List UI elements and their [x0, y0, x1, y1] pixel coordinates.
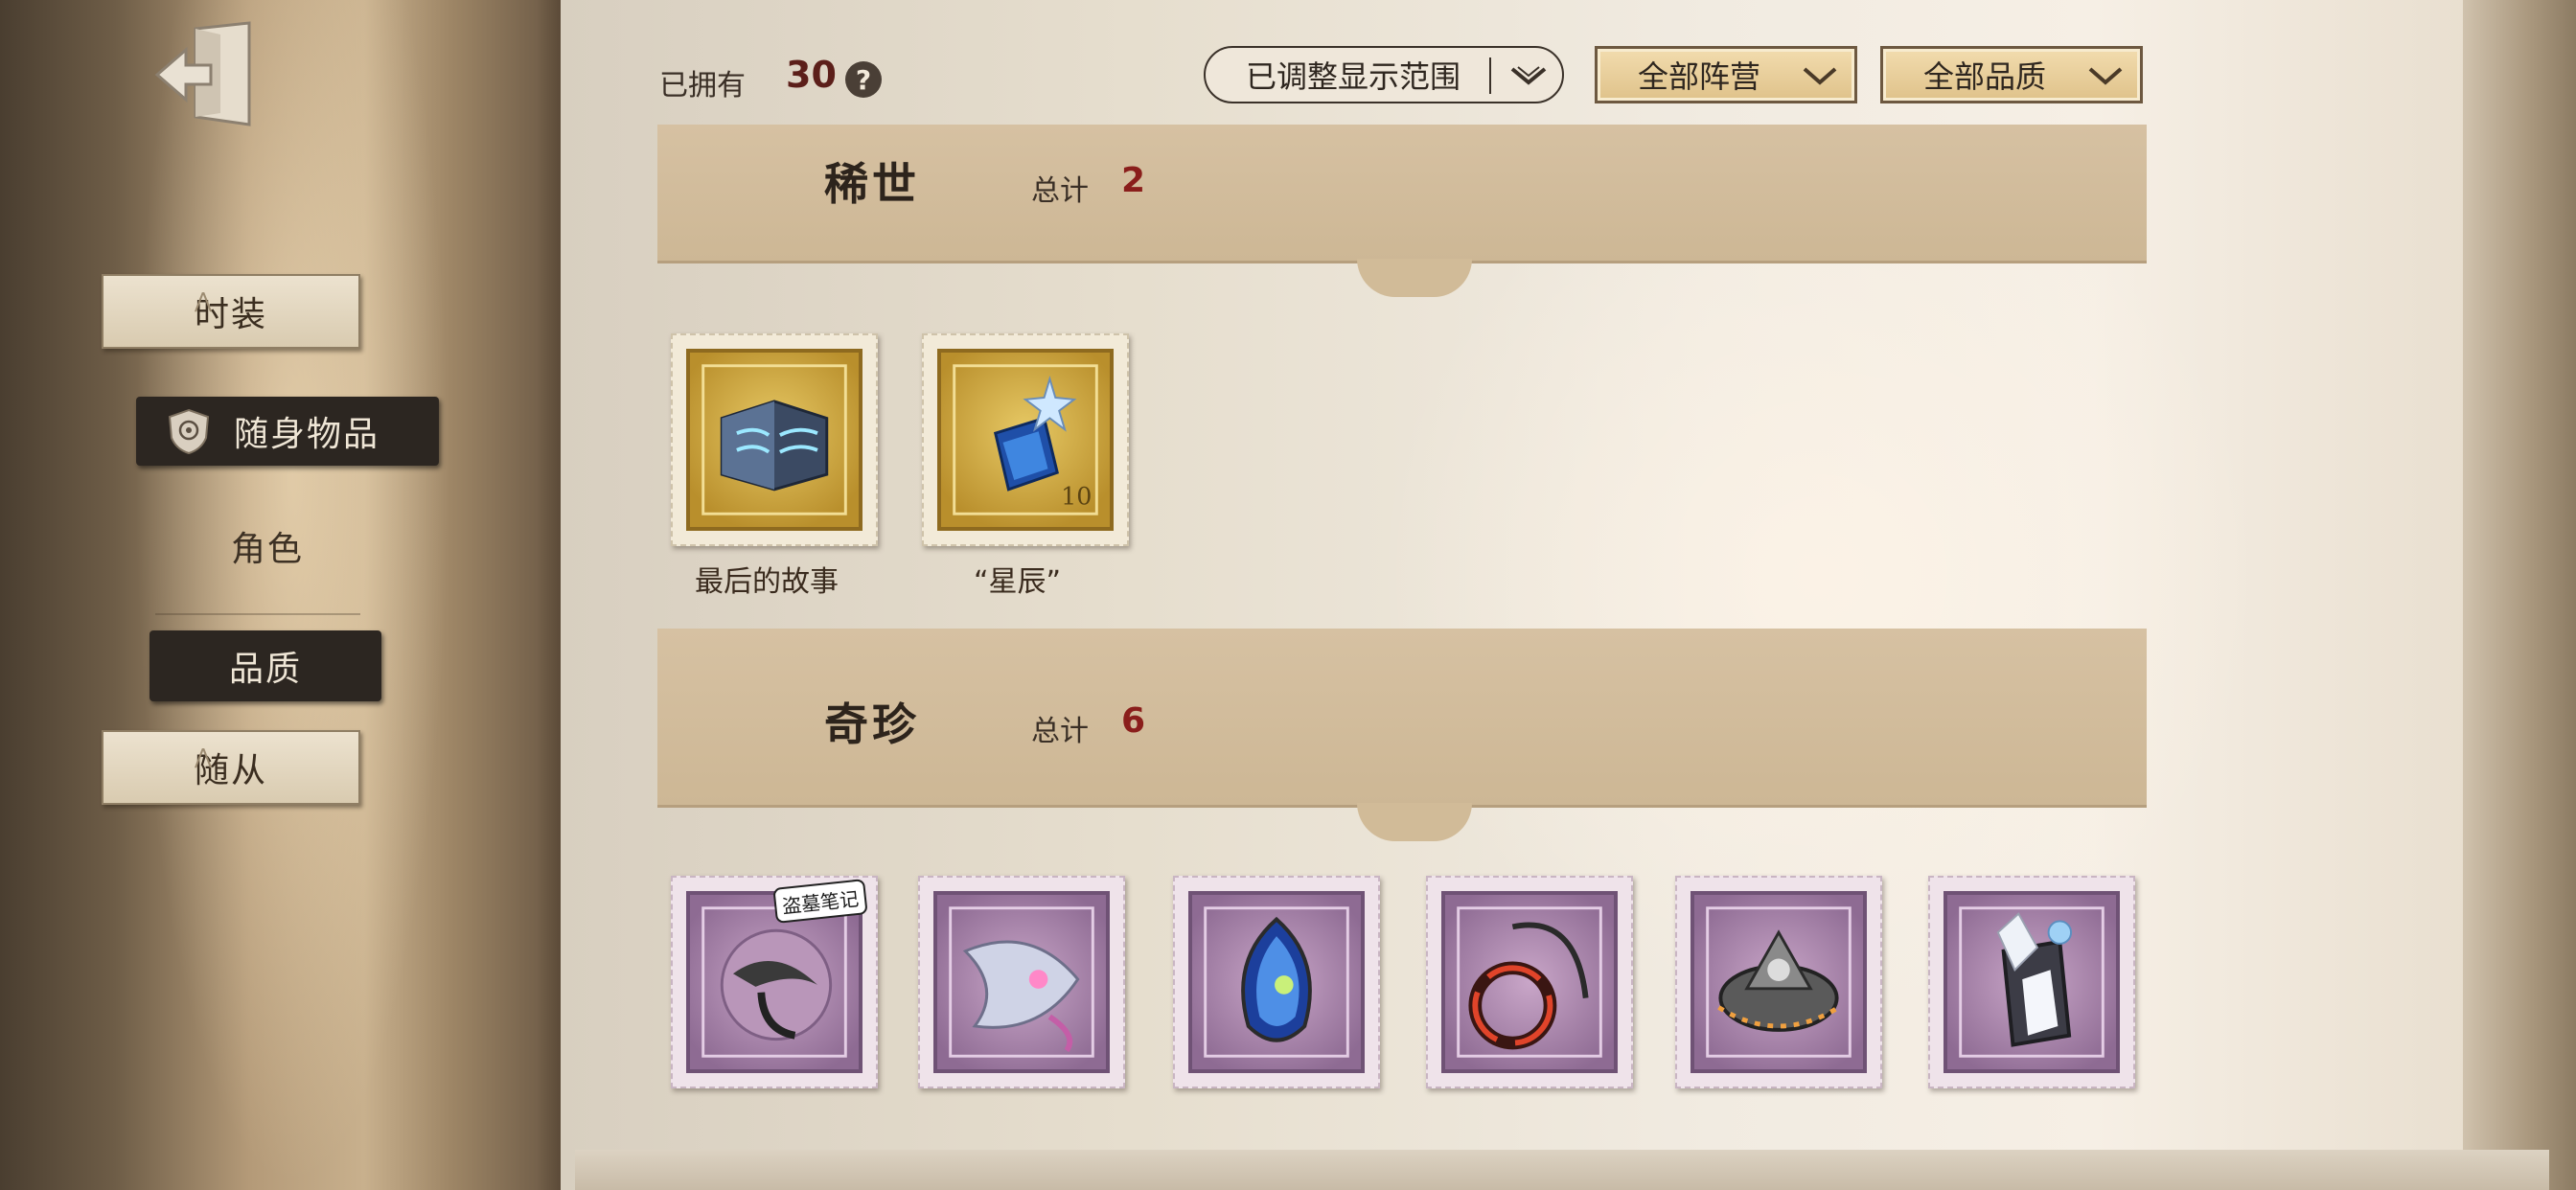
help-icon-glyph: ? [855, 63, 872, 96]
owned-label: 已拥有 [659, 69, 746, 103]
caret-icon: ⋀ [195, 289, 215, 313]
collab-badge-text: 盗墓笔记 [781, 886, 861, 919]
item-card[interactable] [1675, 876, 1882, 1088]
section-title: 奇珍 [824, 698, 920, 750]
help-icon[interactable]: ? [845, 61, 882, 98]
section-banner-treasure: 奇珍 总计 6 [657, 629, 2147, 841]
book-pages-icon [686, 349, 862, 531]
fish-pendant-icon [686, 891, 862, 1073]
camp-filter-label: 全部阵营 [1638, 58, 1761, 95]
sidebar-item-label: 品质 [228, 650, 302, 689]
bottom-paper-edge [575, 1150, 2549, 1190]
sidebar-item-fashion[interactable]: ⋀ 时装 [102, 274, 360, 349]
item-name: “星辰” [974, 565, 1062, 599]
red-ring-icon [1441, 891, 1618, 1073]
range-filter-dropdown[interactable]: 已调整显示范围 [1204, 46, 1564, 103]
angelfish-icon [933, 891, 1110, 1073]
mechanical-crown-icon [1690, 891, 1867, 1073]
section-total-value: 2 [1121, 161, 1146, 200]
sidebar-item-label: 随身物品 [234, 415, 380, 454]
chevron-down-icon [1801, 57, 1839, 100]
section-total-label: 总计 [1031, 715, 1089, 748]
dropdown-separator [1489, 57, 1491, 94]
chevron-down-icon [2086, 57, 2125, 100]
owned-count: 30 [786, 54, 837, 96]
range-filter-label: 已调整显示范围 [1246, 58, 1461, 95]
blue-gem-icon [1188, 891, 1365, 1073]
caret-icon: ⋀ [195, 745, 215, 769]
item-card[interactable]: 10 [922, 333, 1129, 546]
section-title: 稀世 [824, 158, 920, 210]
camp-filter-dropdown[interactable]: 全部阵营 [1595, 46, 1857, 103]
star-bottle-icon: 10 [937, 349, 1114, 531]
svg-text:10: 10 [1061, 481, 1092, 510]
item-card[interactable] [1426, 876, 1633, 1088]
sidebar-item-quality[interactable]: 品质 [150, 630, 381, 701]
sidebar-item-role[interactable]: 角色 [165, 515, 370, 577]
item-card[interactable] [918, 876, 1125, 1088]
section-total-value: 6 [1121, 701, 1146, 741]
quality-filter-label: 全部品质 [1923, 58, 2047, 95]
item-card[interactable] [1928, 876, 2135, 1088]
exit-door-icon[interactable] [153, 21, 255, 128]
sidebar-item-label: 角色 [230, 530, 304, 569]
left-light-glow [134, 0, 450, 1190]
right-paper-edge [2463, 0, 2576, 1190]
crystal-lantern-icon [1944, 891, 2120, 1073]
quality-filter-dropdown[interactable]: 全部品质 [1880, 46, 2143, 103]
chevron-down-icon [1506, 56, 1551, 102]
section-banner-rare: 稀世 总计 2 [657, 125, 2147, 297]
emblem-icon [165, 407, 213, 455]
item-card[interactable] [671, 333, 878, 546]
item-name: 最后的故事 [695, 565, 839, 599]
sidebar-divider [155, 613, 360, 615]
sidebar-item-follower[interactable]: ⋀ 随从 [102, 730, 360, 805]
section-total-label: 总计 [1031, 174, 1089, 208]
sidebar-item-accessories[interactable]: 随身物品 [136, 397, 439, 466]
item-card[interactable] [1173, 876, 1380, 1088]
